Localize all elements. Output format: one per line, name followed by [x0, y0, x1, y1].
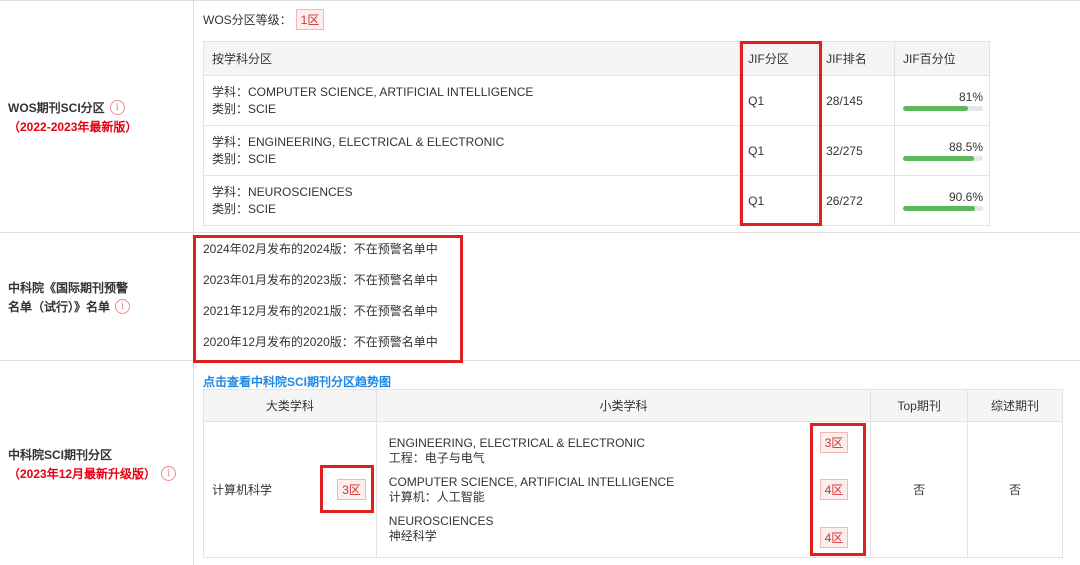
jif-table-header: 按学科分区 JIF分区 JIF排名 JIF百分位: [202, 41, 990, 76]
minor-subject-cn: 计算机：人工智能: [388, 489, 485, 504]
percentile-bar: [903, 206, 983, 211]
header-subject: 按学科分区: [202, 41, 741, 76]
minor-subject-en: ENGINEERING, ELECTRICAL & ELECTRONIC: [388, 435, 646, 450]
cas-label: 中科院SCI期刊分区 （2023年12月最新升级版） i: [0, 361, 194, 565]
percentile-meter: 81%: [903, 90, 983, 111]
info-icon[interactable]: i: [115, 298, 131, 314]
cas-row: 中科院SCI期刊分区 （2023年12月最新升级版） i 点击查看中科院SCI期刊…: [0, 361, 1080, 565]
info-icon[interactable]: i: [161, 465, 177, 481]
jif-rank: 26/272: [817, 175, 895, 226]
top-journal-value: 否: [870, 421, 969, 558]
warning-body: 2024年02月发布的2024版：不在预警名单中 2023年01月发布的2023…: [195, 233, 1080, 360]
major-zone-badge: 3区: [337, 479, 366, 500]
cas-label-title: 中科院SCI期刊分区: [8, 447, 113, 462]
list-item: COMPUTER SCIENCE, ARTIFICIAL INTELLIGENC…: [377, 475, 674, 505]
major-subject: 计算机科学: [212, 483, 273, 497]
subject-name: 学科：ENGINEERING, ELECTRICAL & ELECTRONIC: [212, 134, 505, 149]
header-minor-subject: 小类学科: [375, 389, 872, 422]
header-major-subject: 大类学科: [203, 389, 377, 422]
list-item: 2023年01月发布的2023版：不在预警名单中: [203, 273, 438, 287]
percentile-meter: 88.5%: [903, 140, 983, 161]
percentile-fill: [903, 206, 976, 211]
wos-label: WOS期刊SCI分区 i （2022-2023年最新版）: [0, 1, 194, 232]
subject-name: 学科：COMPUTER SCIENCE, ARTIFICIAL INTELLIG…: [212, 84, 534, 99]
minor-zone-badge: 4区: [819, 479, 849, 500]
subject-name: 学科：NEUROSCIENCES: [212, 184, 353, 199]
cas-table-header: 大类学科 小类学科 Top期刊 综述期刊: [203, 389, 1063, 422]
minor-subject-list: ENGINEERING, ELECTRICAL & ELECTRONIC 工程：电…: [377, 436, 674, 544]
table-row: 学科：COMPUTER SCIENCE, ARTIFICIAL INTELLIG…: [202, 75, 990, 126]
minor-zone-badge: 3区: [819, 431, 849, 453]
warning-label: 中科院《国际期刊预警 名单（试行）》名单 i: [0, 233, 194, 360]
minor-subject-cell: ENGINEERING, ELECTRICAL & ELECTRONIC 工程：电…: [375, 421, 872, 558]
cas-label-version: （2023年12月最新升级版）: [8, 466, 157, 481]
header-top-journal: Top期刊: [870, 389, 969, 422]
percentile-meter: 90.6%: [903, 190, 983, 211]
cas-body: 点击查看中科院SCI期刊分区趋势图 大类学科 小类学科 Top期刊 综述期刊 计…: [195, 361, 1080, 565]
percentile-fill: [903, 156, 974, 161]
wos-grade-label: WOS分区等级：: [203, 13, 292, 27]
warning-row: 中科院《国际期刊预警 名单（试行）》名单 i 2024年02月发布的2024版：不…: [0, 233, 1080, 361]
wos-label-version: （2022-2023年最新版）: [8, 119, 138, 134]
review-journal-value: 否: [967, 421, 1063, 558]
list-item: 2024年02月发布的2024版：不在预警名单中: [203, 242, 438, 256]
minor-subject-en: NEUROSCIENCES: [388, 513, 494, 528]
wos-row: WOS期刊SCI分区 i （2022-2023年最新版） WOS分区等级： 1区 …: [0, 1, 1080, 233]
major-subject-cell: 计算机科学 3区: [203, 421, 377, 558]
cas-table: 大类学科 小类学科 Top期刊 综述期刊 计算机科学 3区 ENGINEERIN…: [203, 389, 1063, 558]
subject-category: 类别：SCIE: [212, 101, 277, 116]
percentile-bar: [903, 156, 983, 161]
header-review-journal: 综述期刊: [967, 389, 1063, 422]
journal-info-table: WOS期刊SCI分区 i （2022-2023年最新版） WOS分区等级： 1区 …: [0, 0, 1080, 565]
wos-grade-badge: 1区: [295, 9, 325, 30]
wos-grade: WOS分区等级： 1区: [203, 9, 325, 30]
jif-quartile: Q1: [739, 125, 819, 176]
list-item: 2021年12月发布的2021版：不在预警名单中: [203, 304, 438, 318]
list-item: NEUROSCIENCES 神经科学: [377, 514, 674, 544]
header-jif-rank: JIF排名: [817, 41, 895, 76]
list-item: ENGINEERING, ELECTRICAL & ELECTRONIC 工程：电…: [377, 436, 674, 466]
header-jif-percentile: JIF百分位: [894, 41, 990, 76]
percentile-fill: [903, 106, 968, 111]
minor-subject-cn: 工程：电子与电气: [388, 450, 485, 465]
table-row: 学科：NEUROSCIENCES 类别：SCIE Q1 26/272 90.6%: [202, 175, 990, 226]
jif-quartile: Q1: [739, 175, 819, 226]
jif-quartile: Q1: [739, 75, 819, 126]
wos-label-title: WOS期刊SCI分区: [8, 100, 105, 115]
percentile-bar: [903, 106, 983, 111]
cas-trend-link[interactable]: 点击查看中科院SCI期刊分区趋势图: [203, 373, 391, 390]
subject-category: 类别：SCIE: [212, 201, 277, 216]
header-jif-quartile: JIF分区: [739, 41, 819, 76]
jif-table: 按学科分区 JIF分区 JIF排名 JIF百分位 学科：COMPUTER SCI…: [202, 41, 990, 226]
wos-body: WOS分区等级： 1区 按学科分区 JIF分区 JIF排名 JIF百分位 学科：…: [195, 1, 1080, 232]
table-row: 计算机科学 3区 ENGINEERING, ELECTRICAL & ELECT…: [203, 421, 1063, 558]
jif-rank: 32/275: [817, 125, 895, 176]
minor-zone-column: 3区 4区 4区: [816, 431, 849, 548]
minor-subject-en: COMPUTER SCIENCE, ARTIFICIAL INTELLIGENC…: [388, 474, 675, 489]
jif-rank: 28/145: [817, 75, 895, 126]
subject-category: 类别：SCIE: [212, 151, 277, 166]
warning-label-line2: 名单（试行）》名单: [8, 299, 111, 314]
table-row: 学科：ENGINEERING, ELECTRICAL & ELECTRONIC 类…: [202, 125, 990, 176]
warning-list: 2024年02月发布的2024版：不在预警名单中 2023年01月发布的2023…: [203, 241, 438, 365]
percentile-value: 81%: [958, 90, 983, 104]
minor-zone-badge: 4区: [819, 526, 849, 548]
minor-subject-cn: 神经科学: [388, 528, 437, 543]
percentile-value: 90.6%: [948, 190, 983, 204]
warning-label-line1: 中科院《国际期刊预警: [8, 280, 129, 295]
info-icon[interactable]: i: [109, 99, 125, 115]
percentile-value: 88.5%: [948, 140, 983, 154]
